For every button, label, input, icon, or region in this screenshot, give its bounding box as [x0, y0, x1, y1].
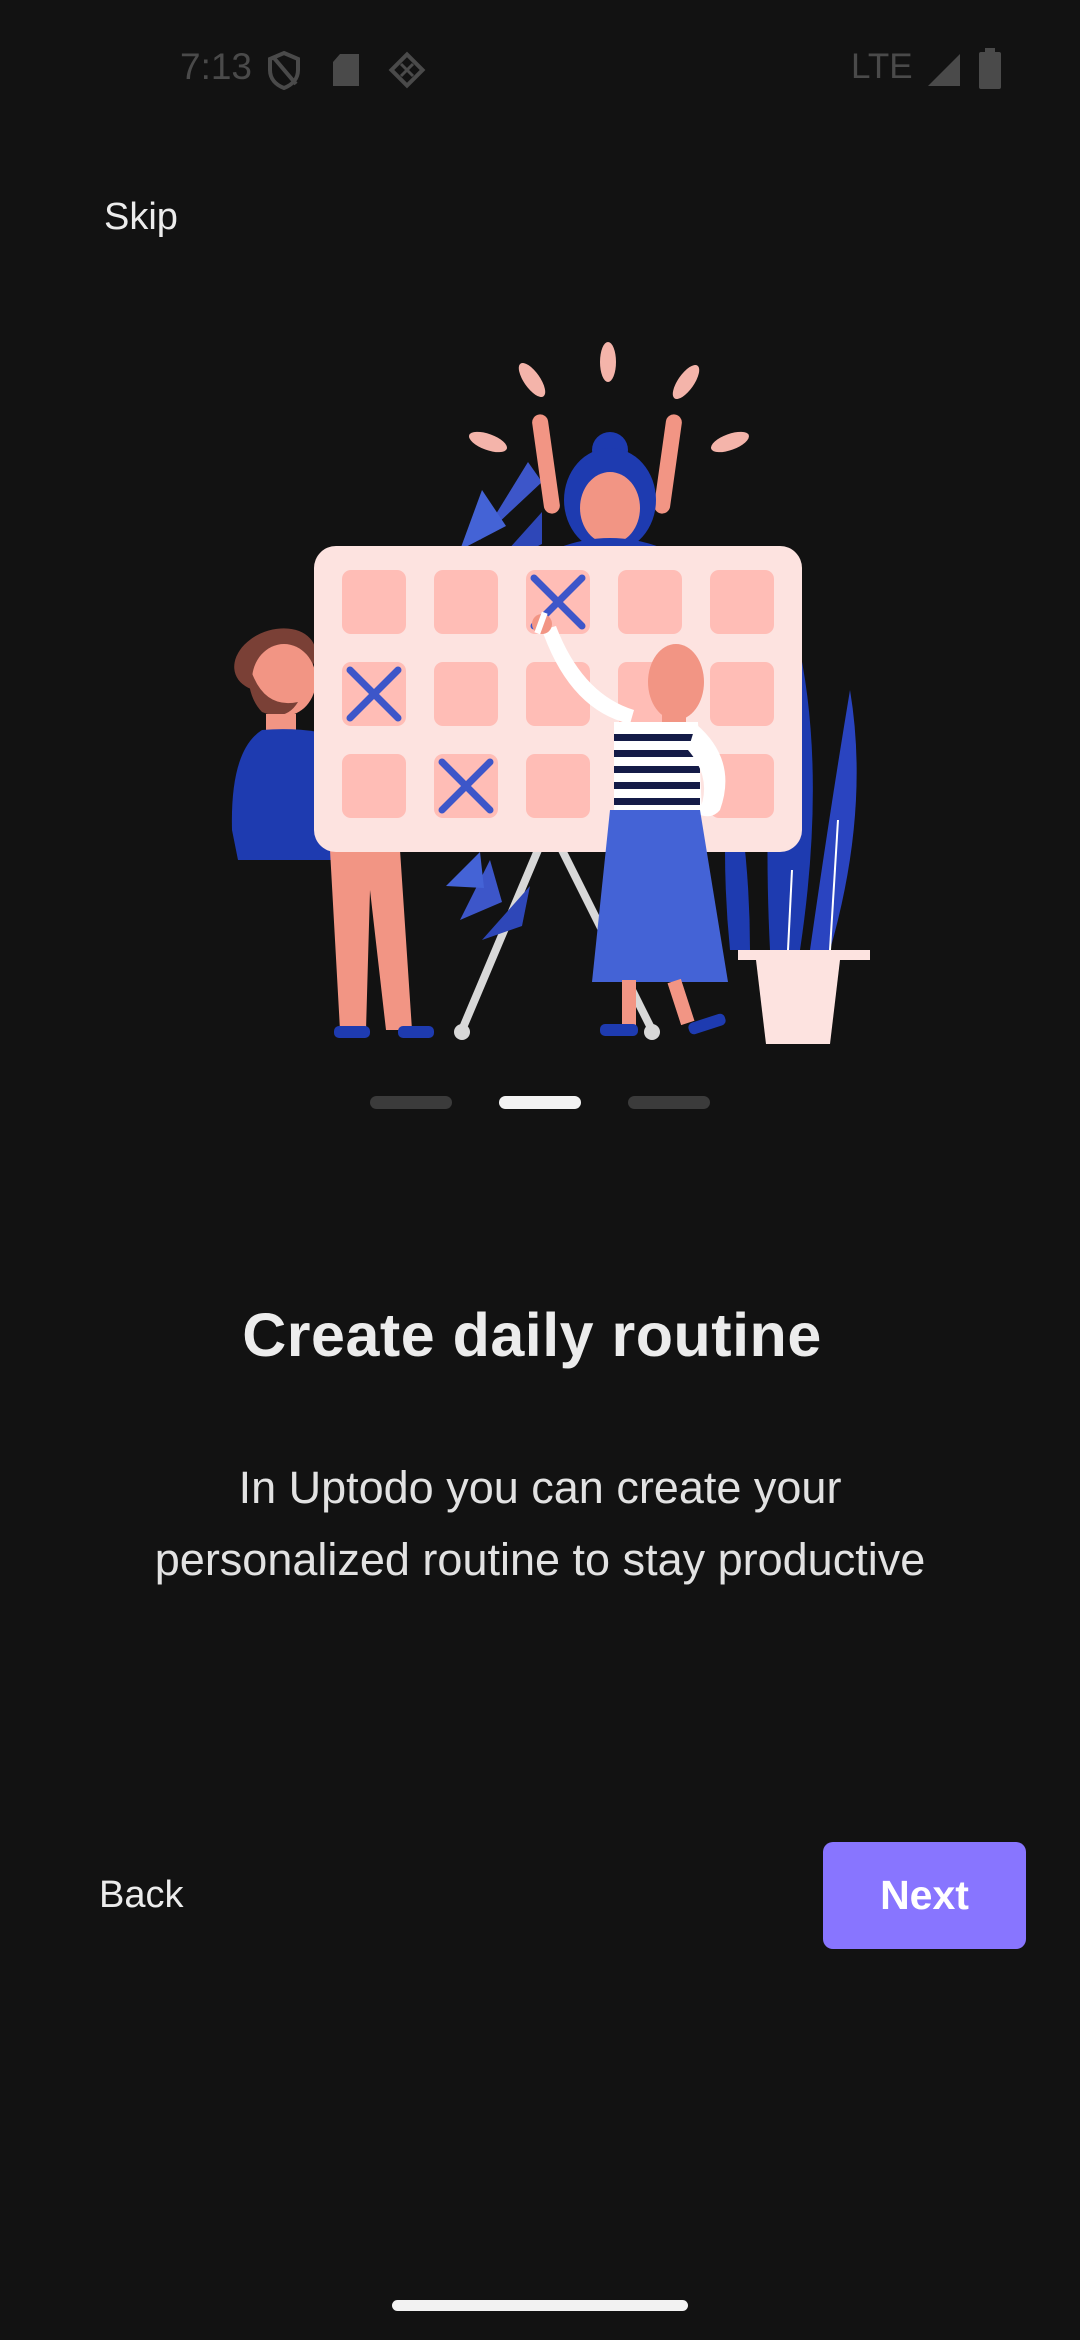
- status-time: 7:13: [180, 46, 253, 87]
- page-indicator-2[interactable]: [499, 1096, 581, 1109]
- battery-icon: [979, 48, 1001, 89]
- people-planning-calendar-illustration: [231, 342, 870, 1044]
- home-indicator[interactable]: [392, 2300, 688, 2311]
- page-indicator-1[interactable]: [370, 1096, 452, 1109]
- page-title: Create daily routine: [242, 1301, 822, 1369]
- page-indicator-3[interactable]: [628, 1096, 710, 1109]
- page-description: In Uptodo you can create your personaliz…: [154, 1462, 926, 1585]
- skip-button[interactable]: Skip: [104, 196, 178, 239]
- app-notification-icon: [388, 51, 426, 89]
- page-indicators: [370, 1096, 710, 1110]
- back-button[interactable]: Back: [99, 1874, 183, 1917]
- shield-icon: [268, 50, 300, 90]
- sd-card-icon: [333, 54, 359, 86]
- network-type-label: LTE: [851, 47, 913, 86]
- status-bar: 7:13 LTE: [0, 0, 1080, 140]
- next-button[interactable]: Next: [823, 1842, 1026, 1949]
- signal-icon: [928, 54, 960, 86]
